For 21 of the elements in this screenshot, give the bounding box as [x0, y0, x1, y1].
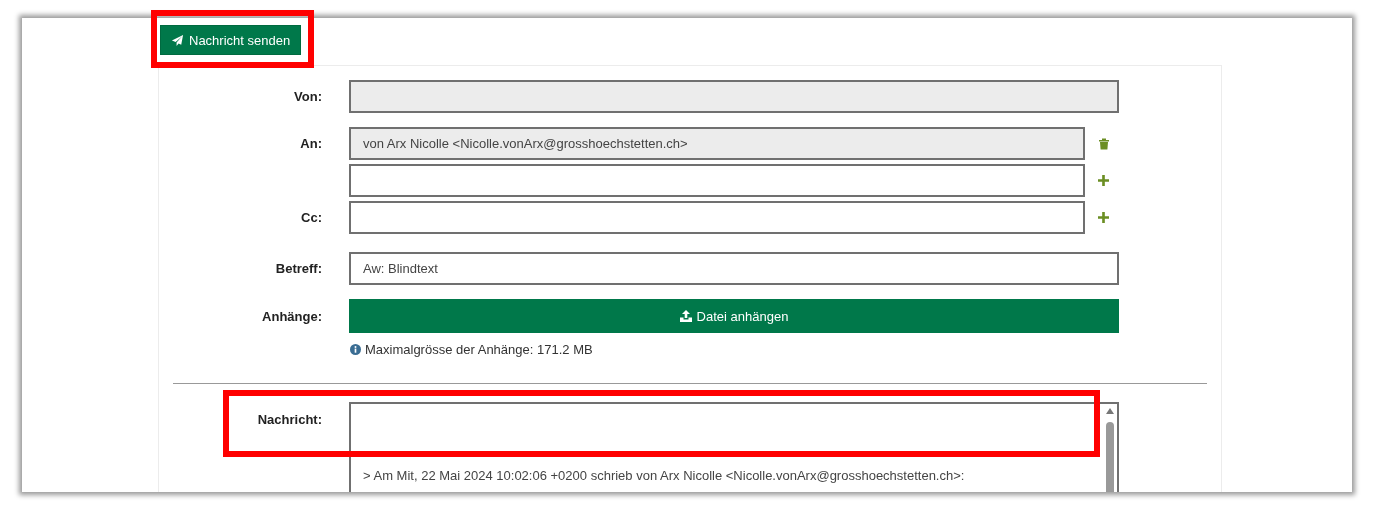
cc-field[interactable]	[349, 201, 1085, 234]
send-button[interactable]: Nachricht senden	[160, 25, 302, 55]
plus-icon[interactable]	[1098, 212, 1109, 223]
scrollbar[interactable]	[1104, 408, 1115, 492]
plus-icon[interactable]	[1098, 175, 1109, 186]
message-field[interactable]: > Am Mit, 22 Mai 2024 10:02:06 +0200 schrieb von Arx Nicolle <Nicolle.vonArx@grosshoechstetten.ch>:	[349, 402, 1119, 492]
field-label: Nachricht:	[256, 412, 322, 427]
info-icon	[350, 344, 361, 355]
quoted-text: > Am Mit, 22 Mai 2024 10:02:06 +0200 schrieb von Arx Nicolle <Nicolle.vonArx@grosshoechstetten.ch>:	[363, 468, 965, 483]
attach-file-button[interactable]: Datei anhängen	[349, 299, 1119, 333]
field-label: Von:	[293, 89, 322, 104]
field-label: An:	[299, 136, 322, 151]
field-label: Betreff:	[274, 261, 322, 276]
subject-field[interactable]: Aw: Blindtext	[349, 252, 1119, 285]
field-label: Anhänge:	[261, 308, 322, 324]
field-label: Cc:	[300, 210, 322, 225]
upload-icon	[679, 310, 692, 322]
recipient-field[interactable]	[349, 164, 1085, 197]
trash-icon[interactable]	[1099, 137, 1109, 150]
size-hint: Maximalgrösse der Anhänge: 171.2 MB	[365, 342, 593, 357]
paper-plane-icon	[171, 33, 184, 47]
